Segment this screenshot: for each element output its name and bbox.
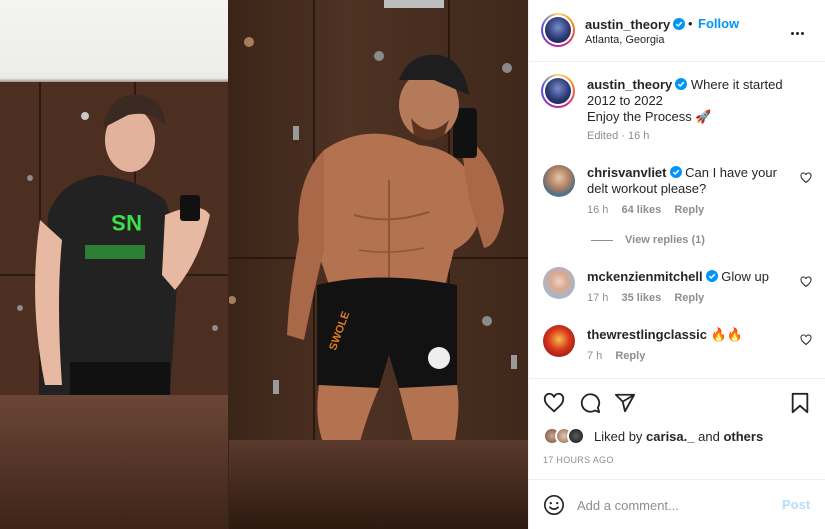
commenter-avatar[interactable] bbox=[543, 165, 575, 197]
caption-avatar[interactable] bbox=[541, 74, 575, 108]
reply-button[interactable]: Reply bbox=[674, 204, 704, 216]
more-options-icon[interactable] bbox=[791, 22, 807, 35]
svg-text:NS: NS bbox=[111, 210, 142, 235]
caption-username[interactable]: austin_theory bbox=[587, 77, 672, 92]
comment-meta: 17 h 35 likes Reply bbox=[587, 292, 704, 304]
comment-likes[interactable]: 64 likes bbox=[621, 204, 661, 216]
view-replies-button[interactable]: View replies (1) bbox=[591, 234, 705, 246]
comment-username[interactable]: mckenzienmitchell bbox=[587, 269, 703, 284]
reply-button[interactable]: Reply bbox=[615, 350, 645, 362]
comment-username[interactable]: thewrestlingclassic bbox=[587, 327, 707, 342]
post-side-panel: austin_theory • Follow Atlanta, Georgia … bbox=[528, 0, 825, 529]
add-comment-bar: Post bbox=[529, 479, 825, 529]
verified-badge-icon bbox=[705, 270, 718, 282]
comment-username[interactable]: chrisvanvliet bbox=[587, 165, 667, 180]
comment: thewrestlingclassic 🔥🔥 bbox=[587, 327, 807, 343]
post-photo[interactable]: NS SWOLE bbox=[0, 0, 528, 529]
comment: mckenzienmitchell Glow up bbox=[587, 269, 807, 285]
comment-heart-icon[interactable] bbox=[800, 172, 812, 184]
commenter-avatar[interactable] bbox=[543, 267, 575, 299]
comment-heart-icon[interactable] bbox=[800, 334, 812, 346]
comment-text-line-1: 🔥🔥 bbox=[710, 327, 743, 342]
caption-line-2: 2012 to 2022 bbox=[587, 93, 663, 108]
comment-meta: 7 h Reply bbox=[587, 350, 645, 362]
author-avatar[interactable] bbox=[541, 13, 575, 47]
comment-meta: 16 h 64 likes Reply bbox=[587, 204, 704, 216]
paper-plane-icon[interactable] bbox=[614, 392, 636, 414]
caption-meta: Edited · 16 h bbox=[587, 130, 650, 142]
comment: chrisvanvliet Can I have your delt worko… bbox=[587, 165, 797, 197]
comment-likes[interactable]: 35 likes bbox=[621, 292, 661, 304]
caption: austin_theory Where it started 2012 to 2… bbox=[587, 77, 817, 125]
heart-icon[interactable] bbox=[543, 392, 565, 414]
caption-line-3: Enjoy the Process 🚀 bbox=[587, 109, 712, 124]
counter-top bbox=[229, 440, 528, 529]
post-location[interactable]: Atlanta, Georgia bbox=[585, 34, 665, 46]
bookmark-icon[interactable] bbox=[790, 392, 810, 414]
comment-text-line-2: delt workout please? bbox=[587, 181, 707, 196]
counter-top bbox=[0, 395, 228, 529]
liked-by-others[interactable]: others bbox=[723, 429, 763, 444]
reply-button[interactable]: Reply bbox=[674, 292, 704, 304]
smiley-icon[interactable] bbox=[543, 494, 565, 516]
separator-dot: • bbox=[688, 16, 693, 31]
comment-input[interactable] bbox=[577, 494, 767, 516]
verified-badge-icon bbox=[669, 166, 682, 178]
post-timestamp[interactable]: 17 HOURS AGO bbox=[543, 455, 614, 465]
liker-avatar bbox=[567, 427, 585, 445]
photo-2012: NS bbox=[0, 0, 228, 529]
follow-button[interactable]: Follow bbox=[698, 16, 739, 31]
comment-heart-icon[interactable] bbox=[800, 276, 812, 288]
caption-line-1: Where it started bbox=[690, 77, 783, 92]
liked-by-text: Liked by carisa._ and others bbox=[594, 429, 764, 444]
comment-age: 7 h bbox=[587, 350, 603, 362]
author-username[interactable]: austin_theory bbox=[585, 17, 670, 32]
post-comment-button[interactable]: Post bbox=[782, 497, 810, 512]
comment-text-line-1: Can I have your bbox=[685, 165, 777, 180]
comment-text-line-1: Glow up bbox=[721, 269, 769, 284]
liked-by-user[interactable]: carisa._ bbox=[646, 429, 694, 444]
post-header: austin_theory • Follow Atlanta, Georgia bbox=[529, 0, 825, 62]
comment-icon[interactable] bbox=[579, 392, 601, 414]
comments-list[interactable]: austin_theory Where it started 2012 to 2… bbox=[529, 62, 825, 378]
comment-age: 17 h bbox=[587, 292, 609, 304]
comment-age: 16 h bbox=[587, 204, 609, 216]
verified-badge-icon bbox=[673, 18, 686, 30]
verified-badge-icon bbox=[675, 78, 688, 90]
commenter-avatar[interactable] bbox=[543, 325, 575, 357]
photo-2022: SWOLE bbox=[229, 0, 528, 529]
